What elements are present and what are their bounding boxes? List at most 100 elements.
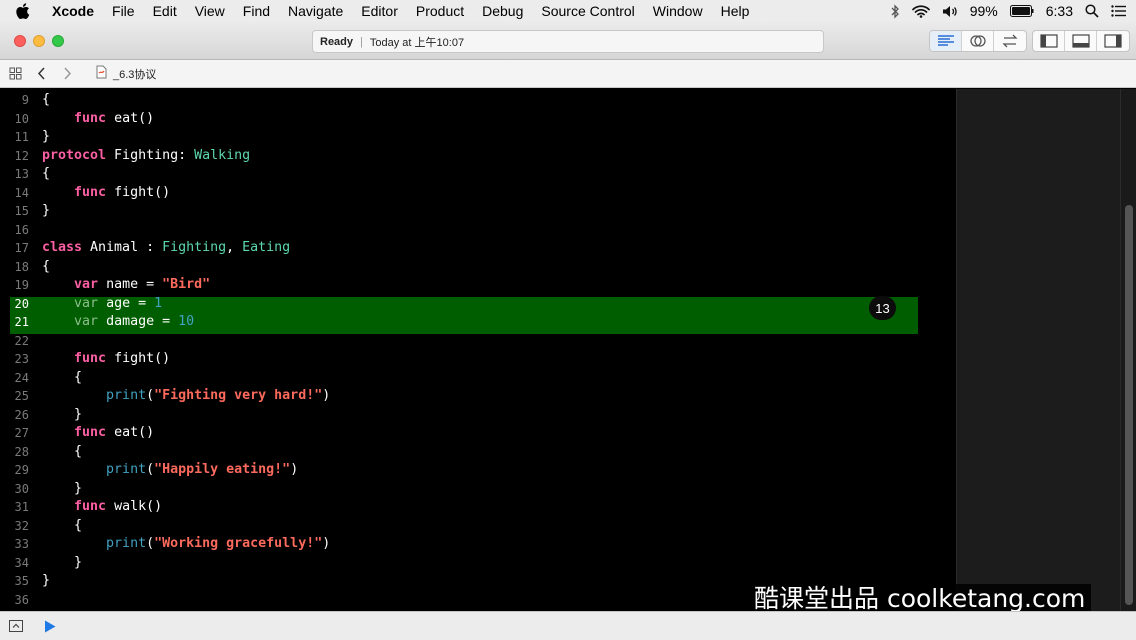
- assistant-editor-button[interactable]: [962, 31, 994, 51]
- code-text[interactable]: protocol Fighting: Walking: [42, 147, 250, 166]
- code-line[interactable]: 33 print("Working gracefully!"): [0, 535, 956, 554]
- line-number[interactable]: 13: [0, 165, 29, 184]
- line-number[interactable]: 25: [0, 387, 29, 406]
- line-number[interactable]: 20: [0, 295, 29, 314]
- line-number[interactable]: 26: [0, 406, 29, 425]
- go-back-icon[interactable]: [30, 63, 52, 85]
- code-text[interactable]: print("Fighting very hard!"): [42, 387, 330, 406]
- code-text[interactable]: func fight(): [42, 184, 170, 203]
- line-number[interactable]: 21: [0, 313, 29, 332]
- code-text[interactable]: {: [42, 443, 82, 462]
- code-text[interactable]: {: [42, 258, 50, 277]
- jump-bar-file-name[interactable]: _6.3协议: [113, 66, 156, 82]
- code-text[interactable]: }: [42, 406, 82, 425]
- zoom-window-button[interactable]: [52, 35, 64, 47]
- line-number[interactable]: 35: [0, 572, 29, 591]
- code-text[interactable]: }: [42, 572, 50, 591]
- line-number[interactable]: 24: [0, 369, 29, 388]
- code-line[interactable]: 32 {: [0, 517, 956, 536]
- menu-editor[interactable]: Editor: [352, 0, 407, 22]
- run-playground-icon[interactable]: [42, 619, 58, 633]
- minimize-window-button[interactable]: [33, 35, 45, 47]
- line-number[interactable]: 14: [0, 184, 29, 203]
- scrollbar-thumb[interactable]: [1125, 205, 1133, 605]
- clock[interactable]: 6:33: [1046, 3, 1073, 19]
- code-line[interactable]: 10 func eat(): [0, 110, 956, 129]
- line-number[interactable]: 16: [0, 221, 29, 240]
- code-line[interactable]: 11}: [0, 128, 956, 147]
- code-line[interactable]: 20 var age = 1: [0, 295, 956, 314]
- menu-window[interactable]: Window: [644, 0, 712, 22]
- code-line[interactable]: 30 }: [0, 480, 956, 499]
- menu-navigate[interactable]: Navigate: [279, 0, 352, 22]
- menu-product[interactable]: Product: [407, 0, 473, 22]
- code-line[interactable]: 31 func walk(): [0, 498, 956, 517]
- line-number[interactable]: 31: [0, 498, 29, 517]
- code-line[interactable]: 15}: [0, 202, 956, 221]
- menu-help[interactable]: Help: [712, 0, 759, 22]
- code-text[interactable]: {: [42, 369, 82, 388]
- wifi-icon[interactable]: [911, 4, 930, 18]
- related-items-icon[interactable]: [4, 63, 26, 85]
- line-number[interactable]: 34: [0, 554, 29, 573]
- code-text[interactable]: }: [42, 202, 50, 221]
- line-number[interactable]: 9: [0, 91, 29, 110]
- code-text[interactable]: func eat(): [42, 110, 154, 129]
- code-text[interactable]: {: [42, 517, 82, 536]
- code-line[interactable]: 13 {: [0, 165, 956, 184]
- code-line[interactable]: 23 func fight(): [0, 350, 956, 369]
- close-window-button[interactable]: [14, 35, 26, 47]
- code-line[interactable]: 18 {: [0, 258, 956, 277]
- menu-view[interactable]: View: [186, 0, 234, 22]
- code-line[interactable]: 27 func eat(): [0, 424, 956, 443]
- code-text[interactable]: func fight(): [42, 350, 170, 369]
- source-editor[interactable]: 13 9{10 func eat() 11} 12 protocol Fighting…: [0, 89, 956, 611]
- code-text[interactable]: }: [42, 480, 82, 499]
- code-line[interactable]: 22: [0, 332, 956, 351]
- code-line[interactable]: 21 var damage = 10: [0, 313, 956, 332]
- bluetooth-icon[interactable]: [890, 3, 900, 19]
- line-number[interactable]: 17: [0, 239, 29, 258]
- code-line[interactable]: 34 }: [0, 554, 956, 573]
- code-line[interactable]: 14 func fight(): [0, 184, 956, 203]
- code-line[interactable]: 9{: [0, 91, 956, 110]
- code-text[interactable]: print("Working gracefully!"): [42, 535, 330, 554]
- menu-app-xcode[interactable]: Xcode: [46, 0, 103, 22]
- notification-center-icon[interactable]: [1111, 5, 1126, 17]
- code-line[interactable]: 16: [0, 221, 956, 240]
- menu-file[interactable]: File: [103, 0, 144, 22]
- line-number[interactable]: 36: [0, 591, 29, 610]
- code-line[interactable]: 19 var name = "Bird": [0, 276, 956, 295]
- code-line[interactable]: 25 print("Fighting very hard!"): [0, 387, 956, 406]
- code-text[interactable]: print("Happily eating!"): [42, 461, 298, 480]
- line-number[interactable]: 12: [0, 147, 29, 166]
- menu-edit[interactable]: Edit: [144, 0, 186, 22]
- battery-icon[interactable]: [1009, 5, 1034, 17]
- line-number[interactable]: 11: [0, 128, 29, 147]
- code-line[interactable]: 12 protocol Fighting: Walking: [0, 147, 956, 166]
- toggle-navigator-button[interactable]: [1033, 31, 1065, 51]
- line-number[interactable]: 15: [0, 202, 29, 221]
- code-text[interactable]: func walk(): [42, 498, 162, 517]
- code-line[interactable]: 28 {: [0, 443, 956, 462]
- spotlight-search-icon[interactable]: [1085, 4, 1099, 18]
- editor-scrollbar[interactable]: [1120, 89, 1136, 611]
- code-text[interactable]: var name = "Bird": [42, 276, 210, 295]
- line-number[interactable]: 19: [0, 276, 29, 295]
- menu-find[interactable]: Find: [234, 0, 279, 22]
- code-text[interactable]: class Animal : Fighting, Eating: [42, 239, 290, 258]
- line-number[interactable]: 10: [0, 110, 29, 129]
- minimap[interactable]: [956, 89, 1120, 611]
- code-text[interactable]: var age = 1: [42, 295, 162, 314]
- line-number[interactable]: 18: [0, 258, 29, 277]
- version-editor-button[interactable]: [994, 31, 1026, 51]
- code-text[interactable]: func eat(): [42, 424, 154, 443]
- line-number[interactable]: 33: [0, 535, 29, 554]
- line-number[interactable]: 32: [0, 517, 29, 536]
- line-number[interactable]: 28: [0, 443, 29, 462]
- apple-menu-icon[interactable]: [0, 3, 46, 19]
- line-number[interactable]: 29: [0, 461, 29, 480]
- code-text[interactable]: }: [42, 554, 82, 573]
- code-line[interactable]: 17 class Animal : Fighting, Eating: [0, 239, 956, 258]
- code-text[interactable]: {: [42, 91, 50, 110]
